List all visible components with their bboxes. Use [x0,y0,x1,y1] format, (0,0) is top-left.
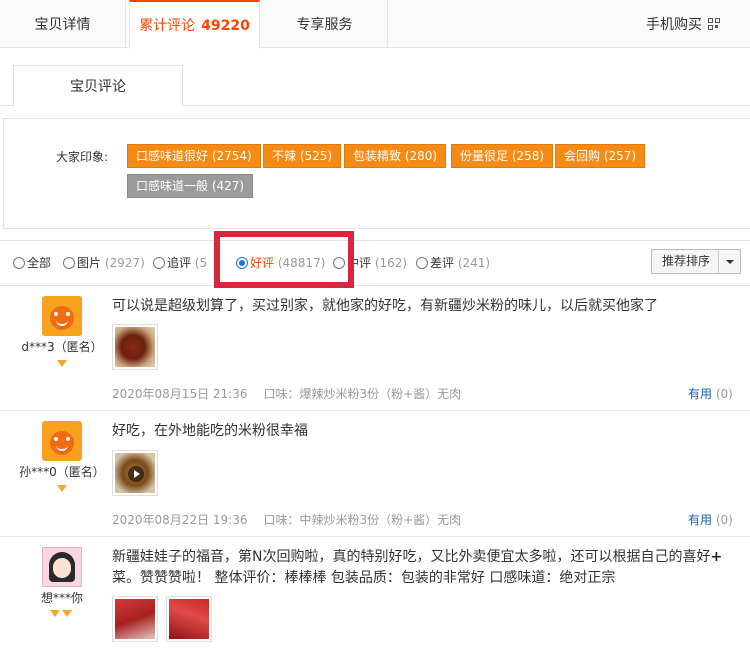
filter-count: (5 [194,256,208,270]
filter-count: (162) [374,256,408,270]
review-photo[interactable] [112,324,158,370]
review-video-thumb[interactable] [112,450,158,496]
review-text: 可以说是超级划算了，买过别家，就他家的好吃，有新疆炒米粉的味儿，以后就买他家了 [112,298,658,314]
review-username: 想***你 [40,591,83,605]
tab-label: 专享服务 [296,17,353,33]
filter-count: (241) [457,256,491,270]
useful-button[interactable]: 有用 (0) [688,385,733,402]
plus-icon: + [710,549,723,565]
review-spec: 口味：中辣炒米粉3份（粉+酱）无肉 [263,513,462,527]
impression-tag[interactable]: 口感味道很好 (2754) [127,144,261,168]
avatar [42,547,82,587]
filter-follow-up[interactable]: 追评 (5 [153,254,207,272]
chevron-down-icon[interactable] [718,250,740,273]
highlight-box [214,231,354,288]
tab-item-reviews[interactable]: 宝贝评论 [13,65,183,106]
impression-tag[interactable]: 口感味道一般 (427) [127,174,254,198]
review-text: 好吃，在外地能吃的米粉很幸福 [112,423,308,439]
useful-label: 有用 [688,513,713,527]
radio-icon [63,257,75,269]
tab-exclusive-service[interactable]: 专享服务 [262,0,388,48]
impression-tag[interactable]: 份量很足 (258) [451,144,554,168]
review-text-line: 新疆娃娃子的福音，第N次回购啦，真的特别好吃，又比外卖便宜太多啦，还可以根据自己… [112,549,711,565]
filter-label: 追评 [167,256,192,270]
review-text: 新疆娃娃子的福音，第N次回购啦，真的特别好吃，又比外卖便宜太多啦，还可以根据自己… [112,547,732,589]
qr-code-icon [708,18,720,30]
radio-icon [153,257,165,269]
member-level-icon [57,360,67,367]
filter-images[interactable]: 图片 (2927) [63,254,145,272]
review-date: 2020年08月22日 19:36 [112,513,248,527]
tab-reviews[interactable]: 累计评论 49220 [129,0,260,49]
impression-tag[interactable]: 包装精致 (280) [344,144,447,168]
impressions-panel [3,118,750,229]
review-meta: 2020年08月15日 21:36 口味：爆辣炒米粉3份（粉+酱）无肉 [112,385,461,402]
review-spec: 口味：爆辣炒米粉3份（粉+酱）无肉 [263,387,462,401]
filter-negative[interactable]: 差评 (241) [416,254,490,272]
member-level-icon [57,485,67,492]
filter-count: (2927) [104,256,145,270]
top-tab-bar: 宝贝详情 累计评论 49220 专享服务 手机购买 [0,0,750,49]
useful-count: (0) [715,513,733,527]
avatar [42,296,82,336]
review-username: d***3（匿名） [21,340,103,354]
review-username: 孙***0（匿名） [19,465,105,479]
play-icon [128,466,144,482]
useful-button[interactable]: 有用 (0) [688,511,733,528]
impressions-label: 大家印象: [56,150,109,164]
useful-count: (0) [715,387,733,401]
mobile-buy-label: 手机购买 [646,17,702,33]
filter-label: 差评 [430,256,455,270]
useful-label: 有用 [688,387,713,401]
sort-dropdown[interactable]: 推荐排序 [651,249,741,274]
review-count: 49220 [201,18,250,34]
filter-all[interactable]: 全部 [13,254,51,272]
impression-tag[interactable]: 会回购 (257) [555,144,646,168]
tab-item-details[interactable]: 宝贝详情 [0,0,126,48]
review-meta: 2020年08月22日 19:36 口味：中辣炒米粉3份（粉+酱）无肉 [112,511,461,528]
filter-label: 全部 [27,256,52,270]
review-photo[interactable] [112,596,158,642]
member-level-icon [50,610,60,617]
review-date: 2020年08月15日 21:36 [112,387,248,401]
tab-label: 累计评论 [139,18,196,34]
radio-icon [13,257,25,269]
review-photo[interactable] [166,596,212,642]
sort-label: 推荐排序 [662,254,711,268]
impression-tag[interactable]: 不辣 (525) [263,144,342,168]
filter-label: 图片 [77,256,102,270]
review-text-line: 菜。赞赞赞啦！ 整体评价：棒棒棒 包装品质：包装的非常好 口感味道：绝对正宗 [112,570,616,586]
tab-label: 宝贝详情 [34,17,91,33]
member-level-icon [62,610,72,617]
mobile-buy-link[interactable]: 手机购买 [630,0,750,48]
radio-icon [416,257,428,269]
avatar [42,421,82,461]
